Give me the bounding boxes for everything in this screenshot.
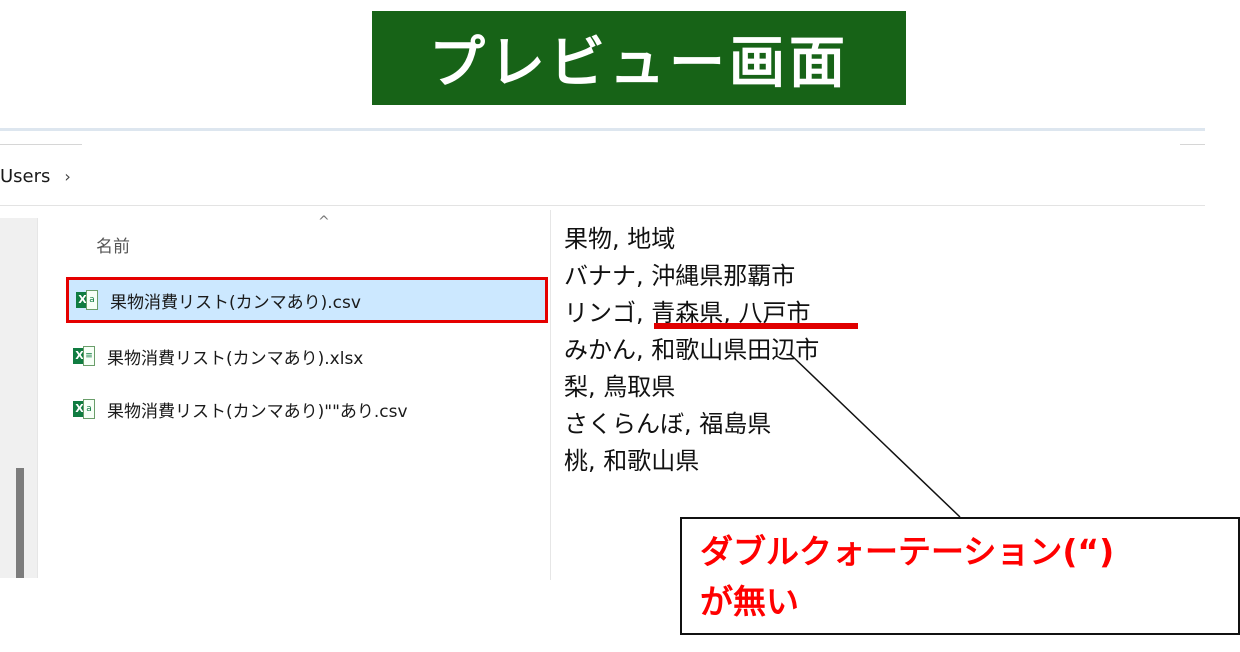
callout-text-line2: が無い	[700, 582, 799, 621]
callout-text-line1: ダブルクォーテーション(“)	[700, 532, 1115, 571]
annotation-callout: ダブルクォーテーション(“) が無い	[680, 517, 1240, 635]
callout-pointer-stroke	[789, 353, 961, 518]
